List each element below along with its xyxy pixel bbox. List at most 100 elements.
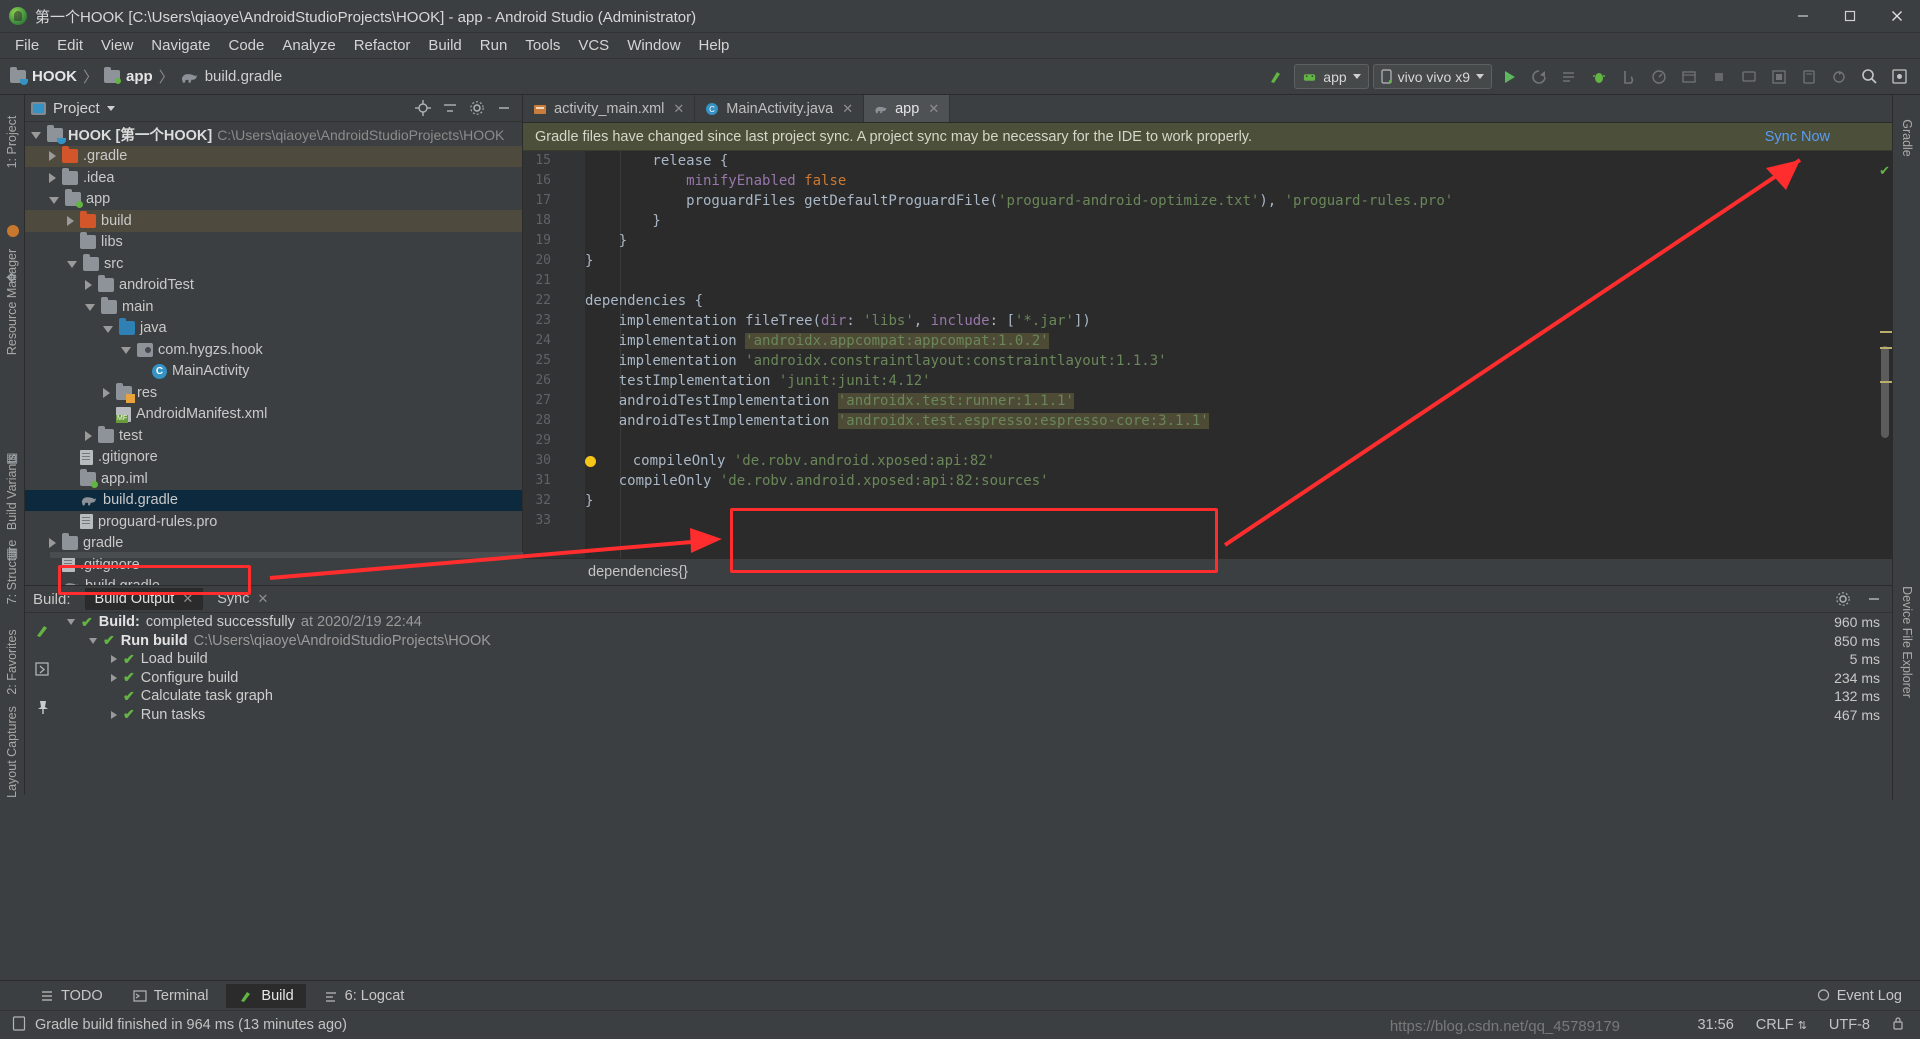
search-icon[interactable] [1856,64,1882,90]
breadcrumb-item-app[interactable]: app [104,67,153,85]
collapse-all-icon[interactable] [441,100,458,117]
locate-file-icon[interactable] [414,100,431,117]
avd-manager-icon[interactable] [1736,64,1762,90]
attach-debugger-icon[interactable] [1616,64,1642,90]
stop-icon[interactable] [1706,64,1732,90]
chevron-right-icon[interactable] [103,387,110,398]
chevron-down-icon[interactable] [121,347,131,355]
build-settings-icon[interactable] [1834,591,1851,608]
sync-gradle-icon[interactable] [1826,64,1852,90]
file-encoding[interactable]: UTF-8 [1829,1017,1870,1033]
close-icon[interactable]: ✕ [842,101,853,117]
chevron-down-icon[interactable] [106,105,115,111]
chevron-right-icon[interactable] [111,655,117,664]
line-separator[interactable]: CRLF ⇅ [1756,1017,1807,1033]
build-hammer-icon[interactable] [33,621,52,645]
sidebar-item-device-file-explorer[interactable]: Device File Explorer [1900,586,1914,698]
close-button[interactable] [1873,0,1920,33]
close-icon[interactable]: ✕ [928,101,939,117]
caret-position[interactable]: 31:56 [1697,1017,1733,1033]
build-output-row[interactable]: ✔ Load build 5 ms [59,650,1892,669]
event-log-button[interactable]: Event Log [1817,988,1920,1004]
chevron-right-icon[interactable] [85,280,92,291]
pin-icon[interactable] [34,699,51,721]
tree-item[interactable]: .gradle [25,145,522,167]
chevron-right-icon[interactable] [49,538,56,549]
tree-item[interactable]: main [25,296,522,318]
tree-item[interactable]: C MainActivity [25,361,522,383]
build-output-row[interactable]: ✔ Calculate task graph 132 ms [59,687,1892,706]
minimize-button[interactable] [1779,0,1826,33]
intention-bulb-icon[interactable] [585,455,596,467]
chevron-right-icon[interactable] [111,710,117,719]
build-output-row[interactable]: ✔ Build: completed successfully at 2020/2… [59,613,1892,632]
chevron-down-icon[interactable] [89,637,97,644]
menu-item-analyze[interactable]: Analyze [273,34,344,57]
bottom-tab-todo[interactable]: TODO [28,984,115,1008]
tree-item[interactable]: androidTest [25,275,522,297]
hide-panel-icon[interactable] [495,100,512,117]
menu-item-edit[interactable]: Edit [48,34,92,57]
code-editor[interactable]: 15 16 17 18 19 20 21 22 23 24 25 26 27 28 29 30 31 32 33 r… [523,151,1892,558]
tree-item[interactable]: src [25,253,522,275]
tree-item[interactable]: AndroidManifest.xml [25,404,522,426]
apply-code-changes-icon[interactable] [1556,64,1582,90]
build-tab[interactable]: Build Output ✕ [84,588,204,610]
sdk-manager-icon[interactable] [1676,64,1702,90]
sidebar-item-favorites[interactable]: 2: Favorites [5,629,19,694]
editor-vertical-scrollbar[interactable] [1881,346,1889,438]
chevron-right-icon[interactable] [111,673,117,682]
tree-item[interactable]: app [25,189,522,211]
device-selector[interactable]: vivo vivo x9 [1372,64,1492,89]
menu-item-help[interactable]: Help [690,34,739,57]
bottom-tab-6-logcat[interactable]: 6: Logcat [312,984,417,1008]
layout-inspector-icon[interactable] [1766,64,1792,90]
sidebar-item-gradle[interactable]: Gradle [1900,119,1914,157]
panel-settings-icon[interactable] [468,100,485,117]
close-icon[interactable]: ✕ [673,101,684,117]
editor-tab[interactable]: app ✕ [864,95,951,122]
project-horizontal-scrollbar[interactable] [50,552,548,558]
sidebar-item-project[interactable]: 1: Project [5,116,19,169]
sync-now-link[interactable]: Sync Now [1765,129,1880,145]
tree-item[interactable]: .gitignore [25,447,522,469]
chevron-right-icon[interactable] [49,151,56,162]
chevron-down-icon[interactable] [103,325,113,333]
chevron-right-icon[interactable] [85,430,92,441]
menu-item-vcs[interactable]: VCS [569,34,618,57]
apply-changes-icon[interactable] [1526,64,1552,90]
tree-item[interactable]: res [25,382,522,404]
maximize-button[interactable] [1826,0,1873,33]
menu-item-run[interactable]: Run [471,34,517,57]
build-output-row[interactable]: ✔ Run tasks 467 ms [59,706,1892,725]
debug-icon[interactable] [1586,64,1612,90]
sidebar-item-resource-manager[interactable]: Resource Manager [5,249,19,355]
breadcrumb-item-hook[interactable]: HOOK [10,67,77,85]
editor-tab[interactable]: C MainActivity.java ✕ [695,95,865,122]
profile-icon[interactable] [1646,64,1672,90]
make-project-icon[interactable] [1264,64,1290,90]
close-icon[interactable]: ✕ [258,591,269,607]
settings-gear-icon[interactable] [1886,64,1912,90]
tree-item[interactable]: proguard-rules.pro [25,511,522,533]
chevron-right-icon[interactable] [67,215,74,226]
tree-item[interactable]: build [25,210,522,232]
tree-item[interactable]: app.iml [25,468,522,490]
menu-item-view[interactable]: View [92,34,142,57]
module-selector[interactable]: app [1294,64,1369,89]
run-icon[interactable] [1496,64,1522,90]
chevron-down-icon[interactable] [67,619,75,626]
chevron-right-icon[interactable] [49,172,56,183]
bottom-tab-build[interactable]: Build [226,983,306,1008]
menu-item-refactor[interactable]: Refactor [345,34,420,57]
menu-item-code[interactable]: Code [219,34,273,57]
build-output-row[interactable]: ✔ Run build C:\Users\qiaoye\AndroidStudio… [59,632,1892,651]
editor-tab[interactable]: activity_main.xml ✕ [523,95,696,122]
sidebar-item-layout-captures[interactable]: Layout Captures [5,706,19,798]
close-icon[interactable]: ✕ [182,591,193,607]
lock-icon[interactable] [1892,1016,1904,1034]
hide-build-panel-icon[interactable] [1865,591,1882,608]
bottom-tab-terminal[interactable]: Terminal [121,984,221,1008]
expand-collapse-icon[interactable] [34,661,51,683]
tree-item[interactable]: java [25,318,522,340]
